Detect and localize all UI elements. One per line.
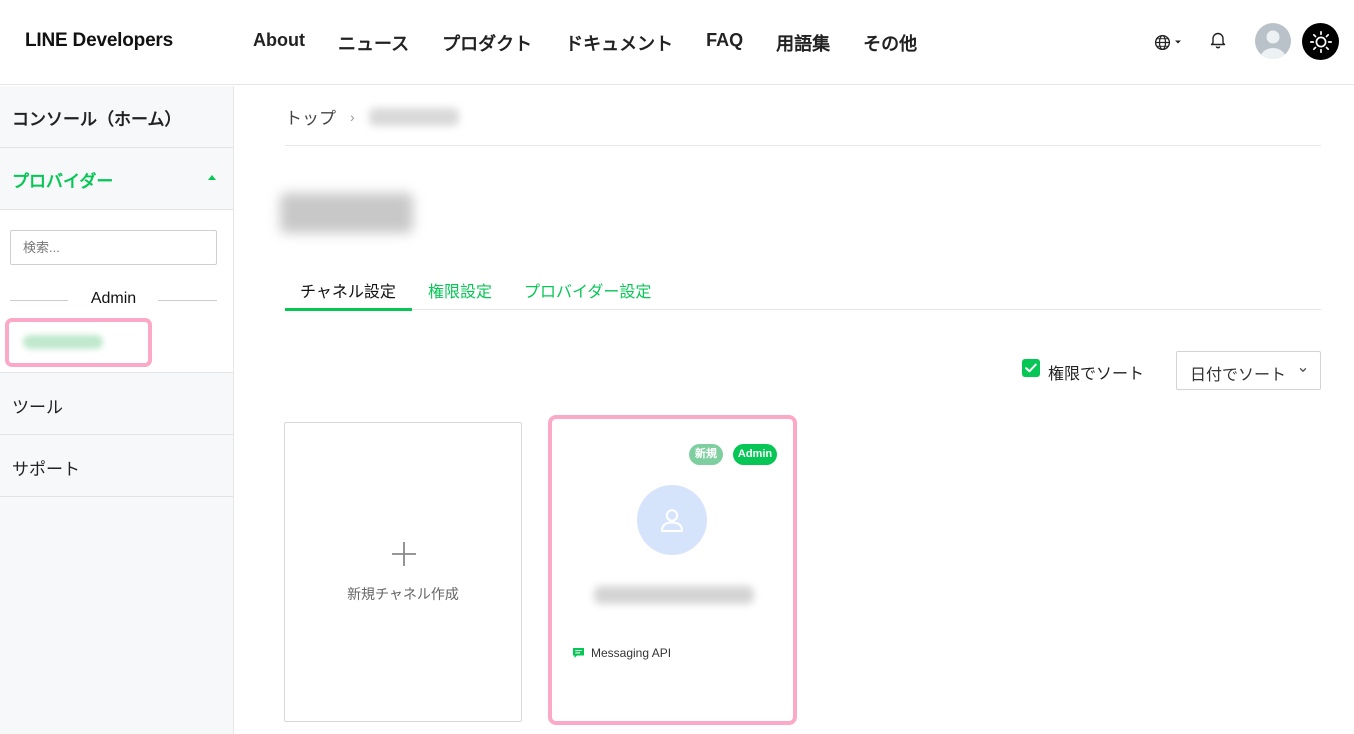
new-badge: 新規 bbox=[689, 444, 723, 465]
sidebar-item-console-home[interactable]: コンソール（ホーム） bbox=[0, 86, 233, 148]
chevron-down-icon bbox=[1299, 368, 1307, 372]
provider-item-highlighted[interactable] bbox=[5, 318, 152, 367]
sun-icon bbox=[1309, 30, 1332, 53]
sort-by-role-checkbox[interactable] bbox=[1022, 359, 1040, 377]
breadcrumb: トップ › bbox=[285, 104, 459, 129]
channel-type: Messaging API bbox=[572, 646, 671, 660]
sidebar-item-label: プロバイダー bbox=[12, 172, 114, 191]
role-badge: Admin bbox=[733, 444, 777, 465]
divider-line bbox=[158, 300, 217, 301]
notifications-button[interactable] bbox=[1209, 30, 1229, 52]
breadcrumb-divider bbox=[285, 145, 1321, 146]
tab-provider-settings[interactable]: プロバイダー設定 bbox=[524, 278, 651, 302]
nav-glossary[interactable]: 用語集 bbox=[776, 30, 830, 56]
breadcrumb-top-link[interactable]: トップ bbox=[285, 104, 336, 129]
user-silhouette-icon bbox=[1260, 30, 1286, 59]
sidebar-item-label: ツール bbox=[12, 398, 63, 417]
bell-icon bbox=[1210, 32, 1226, 49]
sort-by-date-select[interactable]: 日付でソート bbox=[1176, 351, 1321, 390]
breadcrumb-separator: › bbox=[350, 108, 355, 125]
top-header: LINE Developers About ニュース プロダクト ドキュメント … bbox=[0, 0, 1354, 85]
nav-news[interactable]: ニュース bbox=[338, 30, 409, 56]
checkmark-icon bbox=[1025, 363, 1037, 373]
channel-card-body: 新規 Admin Messaging API bbox=[556, 423, 789, 717]
channel-card-highlighted[interactable]: 新規 Admin Messaging API bbox=[548, 415, 797, 725]
role-divider-label: Admin bbox=[90, 290, 137, 307]
provider-list-panel: Admin bbox=[0, 210, 233, 373]
nav-faq[interactable]: FAQ bbox=[706, 30, 743, 56]
main-nav: About ニュース プロダクト ドキュメント FAQ 用語集 その他 bbox=[253, 30, 950, 56]
plus-icon bbox=[392, 542, 416, 566]
sidebar-item-label: コンソール（ホーム） bbox=[12, 110, 182, 129]
channel-name-redacted bbox=[594, 586, 754, 604]
active-tab-indicator bbox=[285, 308, 412, 311]
nav-docs[interactable]: ドキュメント bbox=[565, 30, 673, 56]
sort-select-value: 日付でソート bbox=[1190, 367, 1287, 384]
provider-tabs: チャネル設定 権限設定 プロバイダー設定 bbox=[285, 268, 1321, 311]
provider-search-input[interactable] bbox=[10, 230, 217, 265]
user-avatar[interactable] bbox=[1255, 23, 1291, 59]
nav-other[interactable]: その他 bbox=[863, 30, 917, 56]
globe-icon bbox=[1154, 34, 1171, 50]
breadcrumb-current-redacted bbox=[368, 107, 459, 126]
sidebar-item-providers[interactable]: プロバイダー bbox=[0, 148, 233, 210]
tab-permission-settings[interactable]: 権限設定 bbox=[428, 278, 492, 302]
nav-about[interactable]: About bbox=[253, 30, 305, 56]
caret-up-icon bbox=[208, 175, 216, 180]
tab-channel-settings[interactable]: チャネル設定 bbox=[300, 278, 396, 302]
user-outline-icon bbox=[661, 509, 683, 532]
language-selector[interactable] bbox=[1154, 31, 1188, 53]
sidebar-item-support[interactable]: サポート bbox=[0, 435, 233, 497]
create-channel-label: 新規チャネル作成 bbox=[347, 586, 459, 602]
sort-by-role-label[interactable]: 権限でソート bbox=[1048, 360, 1144, 384]
channel-type-label: Messaging API bbox=[591, 646, 672, 660]
nav-products[interactable]: プロダクト bbox=[442, 30, 532, 56]
page-title-redacted bbox=[280, 193, 413, 233]
sidebar: コンソール（ホーム） プロバイダー Admin ツール サポート bbox=[0, 86, 234, 734]
create-channel-card[interactable]: 新規チャネル作成 bbox=[284, 422, 522, 722]
sidebar-item-tools[interactable]: ツール bbox=[0, 373, 233, 435]
sidebar-item-label: サポート bbox=[12, 460, 80, 479]
site-logo[interactable]: LINE Developers bbox=[25, 30, 173, 52]
theme-toggle-button[interactable] bbox=[1302, 23, 1339, 60]
channel-avatar bbox=[637, 485, 707, 555]
role-divider: Admin bbox=[10, 290, 217, 310]
caret-down-icon bbox=[1175, 40, 1181, 44]
provider-name-redacted bbox=[23, 335, 103, 349]
chat-bubble-icon bbox=[573, 648, 584, 658]
